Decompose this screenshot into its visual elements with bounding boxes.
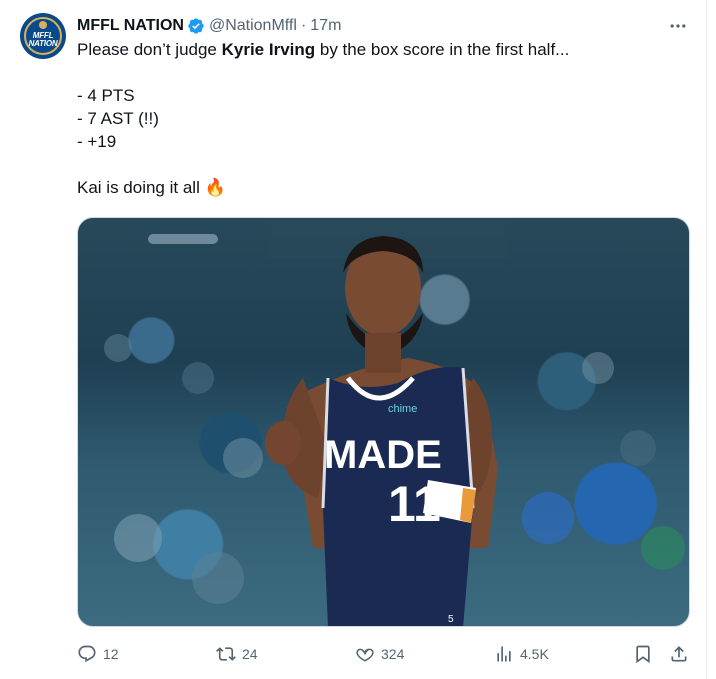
views-icon [497,646,511,662]
tweet-text-prefix: Please don’t judge [77,40,222,59]
bookmark-button[interactable] [633,642,653,666]
avatar-text-bottom: NATION [28,39,58,48]
author-handle[interactable]: @NationMffl [209,17,297,35]
tweet[interactable]: MFFL NATION MFFL NATION @NationMffl · 17… [0,0,706,679]
tweet-text-suffix: by the box score in the first half... [315,40,570,59]
tweet-text-bold: Kyrie Irving [221,40,316,59]
bookmark-icon [636,645,650,664]
tweet-photo[interactable]: MADE 11 chime 5 [77,217,690,627]
separator-dot: · [300,17,307,34]
avatar[interactable]: MFFL NATION [20,13,66,59]
tweet-closing-text: Kai is doing it all [77,178,200,197]
tweet-closing-line: Kai is doing it all 🔥 [77,176,692,199]
stat-plus-minus: - +19 [77,132,117,151]
tweet-header: MFFL NATION @NationMffl · 17m [77,14,341,38]
scrollbar-rail[interactable] [706,0,716,679]
retweet-icon [216,647,236,661]
views-button[interactable]: 4.5K [494,642,549,666]
author-name[interactable]: MFFL NATION [77,17,184,35]
like-button[interactable]: 324 [355,642,404,666]
avatar-ball [39,21,47,29]
tweet-actions: 12 24 324 4.5K [77,642,693,666]
tweet-text: Please don’t judge Kyrie Irving by the b… [77,38,692,199]
more-icon [670,24,686,28]
views-count: 4.5K [520,646,549,662]
like-count: 324 [381,646,405,662]
jersey-team-text: MADE [324,433,442,477]
jersey-sponsor: chime [388,403,417,415]
fire-icon: 🔥 [204,178,226,197]
share-button[interactable] [669,642,689,666]
reply-count: 12 [103,646,119,662]
stat-points: - 4 PTS [77,86,135,105]
timestamp[interactable]: 17m [310,17,341,35]
share-icon [671,646,687,662]
like-icon [356,648,374,662]
player-photo: MADE 11 chime 5 [104,218,685,626]
retweet-button[interactable]: 24 [216,642,258,666]
tweet-line-1: Please don’t judge Kyrie Irving by the b… [77,38,692,61]
shorts-number: 5 [448,614,454,625]
retweet-count: 24 [242,646,258,662]
reply-icon [78,645,96,663]
reply-button[interactable]: 12 [77,642,119,666]
verified-icon[interactable] [187,17,205,35]
stat-assists: - 7 AST (!!) [77,109,159,128]
more-options-button[interactable] [666,14,690,38]
avatar-logo-text: MFFL NATION [29,32,58,48]
